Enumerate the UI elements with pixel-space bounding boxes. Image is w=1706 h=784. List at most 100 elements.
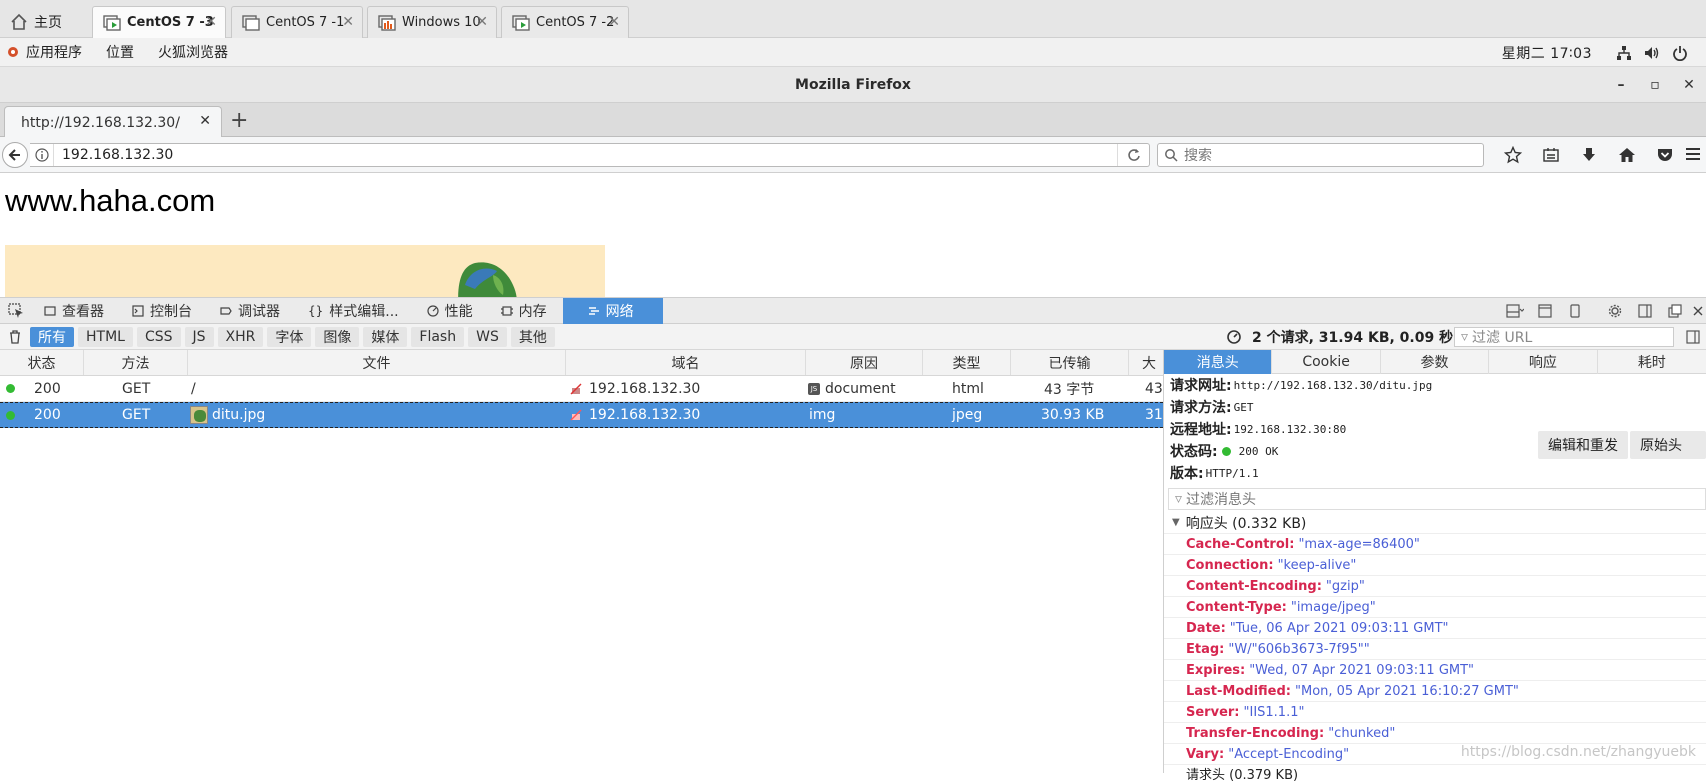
trash-icon[interactable] bbox=[0, 329, 30, 344]
header-row[interactable]: Content-Encoding: "gzip" bbox=[1164, 576, 1706, 597]
devtools-tab-network[interactable]: 网络 bbox=[562, 297, 663, 324]
close-tab-icon[interactable]: ✕ bbox=[199, 113, 211, 129]
url-value[interactable]: 192.168.132.30 bbox=[54, 147, 173, 163]
devtools-tab-console[interactable]: 控制台 bbox=[120, 298, 208, 324]
undock-icon[interactable] bbox=[1660, 304, 1690, 318]
reload-stats-icon bbox=[1226, 329, 1242, 345]
element-picker-icon[interactable] bbox=[0, 302, 32, 319]
back-button[interactable] bbox=[2, 142, 28, 168]
devtools-tab-inspector[interactable]: 查看器 bbox=[32, 298, 120, 324]
tab-response[interactable]: 响应 bbox=[1489, 350, 1598, 374]
table-row[interactable]: 200 GET ditu.jpg 192.168.132.30 img jpeg… bbox=[0, 402, 1163, 428]
header-row[interactable]: Expires: "Wed, 07 Apr 2021 09:03:11 GMT" bbox=[1164, 660, 1706, 681]
menu-hamburger-icon[interactable] bbox=[1684, 145, 1702, 163]
filter-html[interactable]: HTML bbox=[78, 326, 133, 347]
col-domain[interactable]: 域名 bbox=[566, 350, 806, 375]
vm-tab-centos-1[interactable]: CentOS 7 -1 ✕ bbox=[231, 6, 363, 38]
network-icon[interactable] bbox=[1616, 45, 1632, 61]
reading-list-icon[interactable] bbox=[1532, 146, 1570, 164]
split-console-icon[interactable] bbox=[1500, 304, 1530, 318]
bookmark-star-icon[interactable] bbox=[1494, 146, 1532, 164]
responsive-design-icon[interactable] bbox=[1560, 304, 1590, 318]
header-row[interactable]: Connection: "keep-alive" bbox=[1164, 555, 1706, 576]
close-window-button[interactable]: ✕ bbox=[1672, 67, 1706, 103]
filter-css[interactable]: CSS bbox=[136, 326, 181, 347]
vm-running-icon bbox=[512, 14, 530, 32]
devtools-tab-debugger[interactable]: 调试器 bbox=[208, 298, 296, 324]
header-row[interactable]: Etag: "W/"606b3673-7f95"" bbox=[1164, 639, 1706, 660]
col-size[interactable]: 大 bbox=[1129, 350, 1163, 375]
vm-tab-home[interactable]: 主页 bbox=[4, 8, 68, 36]
filter-headers-input[interactable]: ▿ 过滤消息头 bbox=[1168, 488, 1706, 510]
settings-gear-icon[interactable] bbox=[1600, 304, 1630, 318]
search-bar[interactable]: 搜索 bbox=[1157, 143, 1484, 167]
scratchpad-icon[interactable] bbox=[1530, 304, 1560, 318]
filter-fonts[interactable]: 字体 bbox=[267, 326, 312, 347]
toggle-details-icon[interactable] bbox=[1686, 330, 1700, 344]
filter-flash[interactable]: Flash bbox=[411, 326, 465, 347]
browser-tab[interactable]: http://192.168.132.30/ ✕ bbox=[4, 106, 222, 138]
minimize-button[interactable]: – bbox=[1604, 67, 1638, 103]
vm-tab-windows-10[interactable]: Windows 10 ✕ bbox=[367, 6, 497, 38]
site-info-icon[interactable] bbox=[30, 144, 54, 166]
table-row[interactable]: 200 GET / 192.168.132.30 JS document htm… bbox=[0, 376, 1163, 402]
filter-funnel-icon: ▿ bbox=[1461, 329, 1469, 345]
vm-tab-centos-3[interactable]: CentOS 7 -3 ✕ bbox=[92, 6, 226, 38]
filter-js[interactable]: JS bbox=[184, 326, 214, 347]
close-devtools-icon[interactable] bbox=[1690, 306, 1706, 316]
edit-resend-button[interactable]: 编辑和重发 bbox=[1538, 431, 1628, 459]
close-icon[interactable]: ✕ bbox=[476, 14, 488, 30]
tab-params[interactable]: 参数 bbox=[1381, 350, 1490, 374]
col-transferred[interactable]: 已传输 bbox=[1011, 350, 1129, 375]
close-icon[interactable]: ✕ bbox=[342, 14, 354, 30]
menu-places[interactable]: 位置 bbox=[106, 42, 134, 62]
devtools-tab-memory[interactable]: 内存 bbox=[489, 298, 563, 324]
maximize-button[interactable]: ▫ bbox=[1638, 67, 1672, 103]
home-button-icon[interactable] bbox=[1608, 146, 1646, 164]
header-row[interactable]: Content-Type: "image/jpeg" bbox=[1164, 597, 1706, 618]
header-row[interactable]: Cache-Control: "max-age=86400" bbox=[1164, 534, 1706, 555]
url-filter-input[interactable]: ▿ 过滤 URL bbox=[1454, 327, 1674, 347]
header-row[interactable]: Date: "Tue, 06 Apr 2021 09:03:11 GMT" bbox=[1164, 618, 1706, 639]
power-icon[interactable] bbox=[1672, 45, 1688, 61]
reload-icon[interactable] bbox=[1117, 144, 1149, 166]
downloads-icon[interactable] bbox=[1570, 146, 1608, 164]
filter-other[interactable]: 其他 bbox=[510, 326, 555, 347]
header-row[interactable]: Transfer-Encoding: "chunked" bbox=[1164, 723, 1706, 744]
new-tab-button[interactable]: + bbox=[230, 108, 248, 133]
tab-cookies[interactable]: Cookie bbox=[1272, 350, 1381, 374]
pocket-icon[interactable] bbox=[1646, 146, 1684, 164]
request-headers-toggle[interactable]: 请求头 (0.379 KB) bbox=[1164, 764, 1706, 784]
filter-ws[interactable]: WS bbox=[468, 326, 507, 347]
header-name: Connection: bbox=[1186, 557, 1274, 573]
close-icon[interactable]: ✕ bbox=[205, 14, 217, 30]
col-type[interactable]: 类型 bbox=[923, 350, 1011, 375]
tab-timings[interactable]: 耗时 bbox=[1598, 350, 1706, 374]
response-headers-toggle[interactable]: ▼ 响应头 (0.332 KB) bbox=[1164, 512, 1706, 534]
url-bar[interactable]: 192.168.132.30 bbox=[30, 143, 1150, 167]
devtools-tab-performance[interactable]: 性能 bbox=[415, 298, 489, 324]
col-cause[interactable]: 原因 bbox=[806, 350, 923, 375]
col-file[interactable]: 文件 bbox=[188, 350, 566, 375]
filter-all[interactable]: 所有 bbox=[30, 326, 74, 347]
dock-side-icon[interactable] bbox=[1630, 304, 1660, 318]
header-name: Server: bbox=[1186, 704, 1240, 720]
raw-headers-button[interactable]: 原始头 bbox=[1630, 431, 1706, 459]
vm-tab-centos-2[interactable]: CentOS 7 -2 ✕ bbox=[501, 6, 629, 38]
close-icon[interactable]: ✕ bbox=[608, 14, 620, 30]
col-status[interactable]: 状态 bbox=[0, 350, 84, 375]
col-method[interactable]: 方法 bbox=[84, 350, 188, 375]
volume-icon[interactable] bbox=[1644, 45, 1660, 61]
header-row[interactable]: Last-Modified: "Mon, 05 Apr 2021 16:10:27… bbox=[1164, 681, 1706, 702]
panel-clock[interactable]: 星期二 17∶03 bbox=[1502, 43, 1592, 63]
filter-media[interactable]: 媒体 bbox=[363, 326, 408, 347]
menu-applications[interactable]: 应用程序 bbox=[26, 42, 82, 62]
devtools-tab-style-editor[interactable]: {} 样式编辑... bbox=[296, 298, 415, 324]
filter-images[interactable]: 图像 bbox=[315, 326, 360, 347]
cell-domain: 192.168.132.30 bbox=[589, 380, 701, 397]
chevron-down-icon: ▼ bbox=[1172, 517, 1180, 528]
header-row[interactable]: Server: "IIS1.1.1" bbox=[1164, 702, 1706, 723]
menu-firefox[interactable]: 火狐浏览器 bbox=[158, 42, 228, 62]
filter-xhr[interactable]: XHR bbox=[217, 326, 264, 347]
tab-headers[interactable]: 消息头 bbox=[1164, 350, 1273, 374]
